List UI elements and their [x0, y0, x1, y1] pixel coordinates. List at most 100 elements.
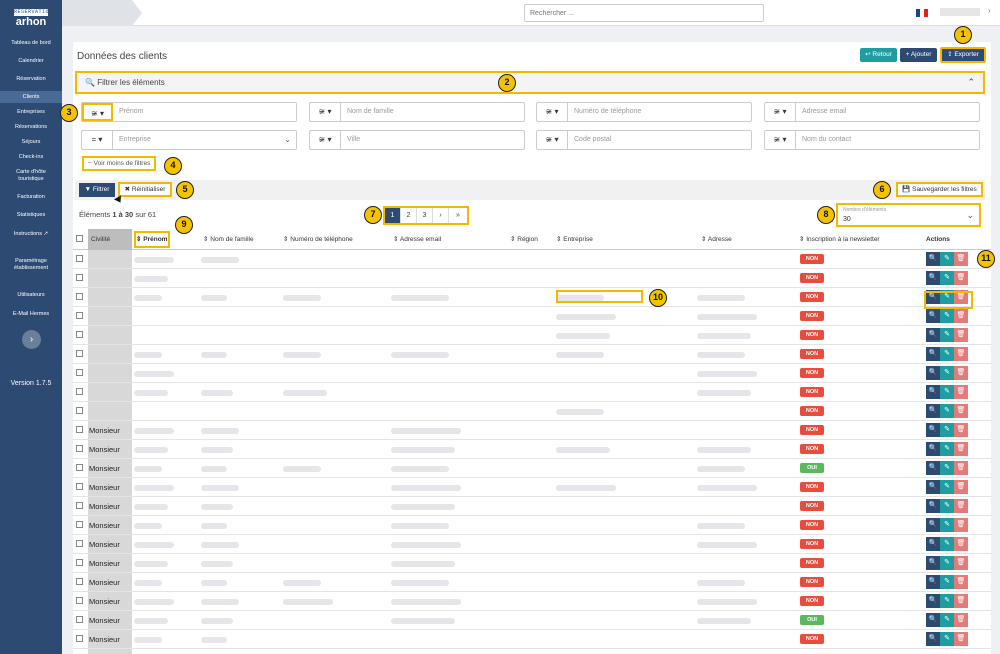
view-icon[interactable]: 🔍: [926, 499, 940, 513]
col-nom[interactable]: ⇕ Nom de famille: [203, 229, 254, 250]
filter-operator-dropdown[interactable]: ≆ ▾: [537, 131, 568, 149]
filter-operator-dropdown[interactable]: ≆ ▾: [82, 103, 113, 121]
row-checkbox[interactable]: [76, 426, 83, 433]
sidebar-item-settings[interactable]: Paramétrage établissement: [0, 258, 62, 272]
filter-lastname[interactable]: ≆ ▾ Nom de famille: [309, 102, 525, 122]
row-checkbox[interactable]: [76, 350, 83, 357]
delete-icon[interactable]: 🗑: [954, 385, 968, 399]
col-company[interactable]: ⇕ Entreprise: [556, 229, 593, 250]
edit-icon[interactable]: ✎: [940, 423, 954, 437]
sidebar-item-billing[interactable]: Facturation: [0, 194, 62, 201]
view-icon[interactable]: 🔍: [926, 252, 940, 266]
filter-postcode[interactable]: ≆ ▾ Code postal: [536, 130, 752, 150]
sidebar-item-checkins[interactable]: Check-ins: [0, 154, 62, 161]
view-icon[interactable]: 🔍: [926, 404, 940, 418]
global-search-input[interactable]: [524, 4, 764, 22]
row-checkbox[interactable]: [76, 578, 83, 585]
delete-icon[interactable]: 🗑: [954, 518, 968, 532]
delete-icon[interactable]: 🗑: [954, 499, 968, 513]
filter-operator-dropdown[interactable]: = ▾: [82, 131, 113, 149]
filter-toggle-bar[interactable]: 🔍 Filtrer les éléments ⌃: [75, 71, 985, 94]
edit-icon[interactable]: ✎: [940, 366, 954, 380]
edit-icon[interactable]: ✎: [940, 556, 954, 570]
col-email[interactable]: ⇕ Adresse email: [393, 229, 441, 250]
delete-icon[interactable]: 🗑: [954, 309, 968, 323]
delete-icon[interactable]: 🗑: [954, 461, 968, 475]
view-icon[interactable]: 🔍: [926, 423, 940, 437]
filter-company[interactable]: = ▾ Entreprise ⌄: [81, 130, 297, 150]
sidebar-item-hermes[interactable]: E-Mail Hermes: [0, 311, 62, 318]
row-checkbox[interactable]: [76, 483, 83, 490]
filter-contact[interactable]: ≆ ▾ Nom du contact: [764, 130, 980, 150]
reset-button[interactable]: ✖ Réinitialiser: [118, 182, 172, 197]
edit-icon[interactable]: ✎: [940, 252, 954, 266]
row-checkbox[interactable]: [76, 255, 83, 262]
view-icon[interactable]: 🔍: [926, 594, 940, 608]
col-address[interactable]: ⇕ Adresse: [701, 229, 732, 250]
sidebar-item-users[interactable]: Utilisateurs: [0, 292, 62, 299]
view-icon[interactable]: 🔍: [926, 613, 940, 627]
filter-phone[interactable]: ≆ ▾ Numéro de téléphone: [536, 102, 752, 122]
view-icon[interactable]: 🔍: [926, 537, 940, 551]
col-region[interactable]: ⇕ Région: [510, 229, 538, 250]
add-button[interactable]: + Ajouter: [900, 48, 937, 62]
page-size-select[interactable]: Nombre d'éléments 30 ⌄: [836, 203, 981, 227]
chevron-right-icon[interactable]: ›: [988, 6, 991, 15]
row-checkbox[interactable]: [76, 559, 83, 566]
delete-icon[interactable]: 🗑: [954, 347, 968, 361]
filter-operator-dropdown[interactable]: ≆ ▾: [310, 131, 341, 149]
edit-icon[interactable]: ✎: [940, 594, 954, 608]
page-3[interactable]: 3: [417, 208, 433, 223]
filter-operator-dropdown[interactable]: ≆ ▾: [765, 103, 796, 121]
row-checkbox[interactable]: [76, 597, 83, 604]
row-checkbox[interactable]: [76, 464, 83, 471]
edit-icon[interactable]: ✎: [940, 518, 954, 532]
page-1[interactable]: 1: [385, 208, 401, 223]
view-icon[interactable]: 🔍: [926, 366, 940, 380]
edit-icon[interactable]: ✎: [940, 309, 954, 323]
filter-operator-dropdown[interactable]: ≆ ▾: [310, 103, 341, 121]
select-all-checkbox[interactable]: [76, 235, 83, 242]
edit-icon[interactable]: ✎: [940, 575, 954, 589]
delete-icon[interactable]: 🗑: [954, 423, 968, 437]
col-civilite[interactable]: Civilité: [88, 229, 132, 250]
view-icon[interactable]: 🔍: [926, 461, 940, 475]
sidebar-item-tourist-card[interactable]: Carte d'hôte touristique: [0, 169, 62, 183]
edit-icon[interactable]: ✎: [940, 385, 954, 399]
edit-icon[interactable]: ✎: [940, 537, 954, 551]
save-filters-button[interactable]: 💾 Sauvegarder les filtres: [896, 182, 983, 197]
view-icon[interactable]: 🔍: [926, 442, 940, 456]
sidebar-item-clients[interactable]: Clients: [0, 91, 62, 103]
chevron-up-icon[interactable]: ⌃: [967, 77, 975, 88]
edit-icon[interactable]: ✎: [940, 480, 954, 494]
filter-operator-dropdown[interactable]: ≆ ▾: [765, 131, 796, 149]
row-checkbox[interactable]: [76, 388, 83, 395]
row-checkbox[interactable]: [76, 331, 83, 338]
delete-icon[interactable]: 🗑: [954, 271, 968, 285]
col-newsletter[interactable]: ⇕ Inscription à la newsletter: [799, 229, 880, 250]
row-checkbox[interactable]: [76, 369, 83, 376]
delete-icon[interactable]: 🗑: [954, 613, 968, 627]
flag-fr-icon[interactable]: [916, 9, 928, 17]
edit-icon[interactable]: ✎: [940, 347, 954, 361]
arhon-logo[interactable]: RÉSERVATION arhon: [14, 9, 52, 28]
delete-icon[interactable]: 🗑: [954, 575, 968, 589]
delete-icon[interactable]: 🗑: [954, 366, 968, 380]
edit-icon[interactable]: ✎: [940, 404, 954, 418]
row-checkbox[interactable]: [76, 293, 83, 300]
export-button[interactable]: ⇪ Exporter: [940, 47, 986, 63]
sidebar-item-statistics[interactable]: Statistiques: [0, 212, 62, 219]
delete-icon[interactable]: 🗑: [954, 594, 968, 608]
view-icon[interactable]: 🔍: [926, 556, 940, 570]
sidebar-collapse-button[interactable]: ›: [22, 330, 41, 349]
row-checkbox[interactable]: [76, 407, 83, 414]
row-checkbox[interactable]: [76, 540, 83, 547]
next-page-button[interactable]: ›: [433, 208, 449, 223]
sidebar-item-reservation[interactable]: Réservation: [0, 76, 62, 83]
sidebar-item-calendar[interactable]: Calendrier: [0, 58, 62, 65]
filter-operator-dropdown[interactable]: ≆ ▾: [537, 103, 568, 121]
edit-icon[interactable]: ✎: [940, 461, 954, 475]
row-checkbox[interactable]: [76, 635, 83, 642]
delete-icon[interactable]: 🗑: [954, 537, 968, 551]
filter-button[interactable]: ▼ Filtrer: [79, 183, 115, 197]
